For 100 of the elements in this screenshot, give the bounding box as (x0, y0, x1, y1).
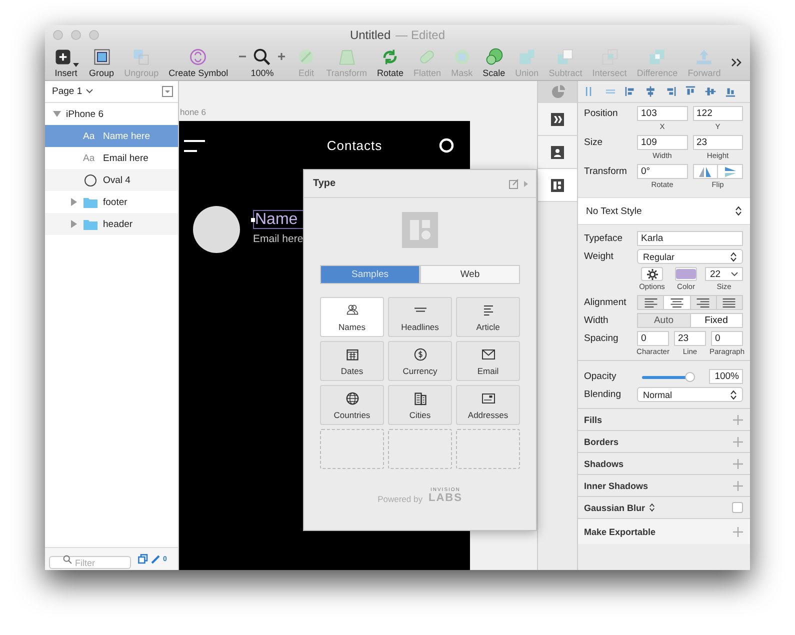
typeface-field[interactable]: Karla (637, 231, 743, 246)
sample-tile[interactable]: Names (320, 297, 384, 337)
section-header[interactable]: Gaussian Blur (584, 502, 646, 512)
scale-icon (484, 46, 504, 66)
number-field[interactable]: 109 (637, 135, 688, 150)
toolbar-button[interactable]: Rotate (376, 46, 404, 78)
circle-icon (439, 138, 454, 153)
stepper-icon (730, 390, 737, 400)
sample-tile[interactable]: Headlines (388, 297, 452, 337)
sample-tile[interactable]: Cities (388, 385, 452, 425)
toolbar-button[interactable]: Group (89, 46, 114, 78)
stepper-icon[interactable] (649, 503, 656, 512)
sidebar-tab[interactable] (538, 136, 577, 169)
field-label: Weight (584, 250, 614, 262)
number-field[interactable]: 23 (692, 135, 743, 150)
page-selector[interactable]: Page 1 (52, 86, 94, 97)
more-chevron-icon[interactable] (730, 58, 742, 66)
intersect-icon (600, 46, 620, 66)
caret-icon (73, 62, 79, 66)
weight-dropdown[interactable]: Regular (637, 249, 743, 264)
chevron-down-icon (731, 272, 738, 276)
disclosure-triangle-icon[interactable] (53, 110, 61, 118)
width-mode-button[interactable]: Auto (637, 313, 690, 328)
layer-row[interactable]: iPhone 6 (45, 103, 178, 125)
layer-row[interactable]: Oval 4 (45, 169, 178, 191)
add-icon[interactable] (733, 458, 743, 468)
disclosure-triangle-icon[interactable] (70, 198, 78, 206)
align-text-left-icon (642, 296, 659, 310)
slider-thumb[interactable] (685, 372, 696, 382)
section-header[interactable]: Borders (584, 436, 619, 446)
field-label: Opacity (584, 370, 618, 382)
zoom-in-icon[interactable] (277, 52, 286, 61)
sidebar-tab[interactable] (538, 169, 577, 202)
empty-tile (388, 429, 452, 469)
number-field[interactable]: 0 (711, 331, 743, 346)
layout-icon (551, 178, 564, 192)
collapse-pages-icon[interactable] (162, 86, 173, 97)
flip-horizontal-icon (699, 166, 712, 176)
layer-row[interactable]: header (45, 213, 178, 235)
sample-tile[interactable]: Dates (320, 341, 384, 381)
copy-icon[interactable] (138, 554, 148, 564)
text-align-button[interactable] (664, 295, 690, 310)
rotate-field[interactable]: 0° (637, 164, 688, 179)
add-icon[interactable] (733, 414, 743, 424)
number-field[interactable]: 0 (637, 331, 669, 346)
sidebar-tab[interactable] (538, 103, 577, 136)
layer-row[interactable]: Aa Email here (45, 147, 178, 169)
sample-tile[interactable]: Currency (388, 341, 452, 381)
flip-vertical-button[interactable] (718, 164, 743, 179)
align-middle-icon[interactable] (704, 85, 717, 98)
sample-tile[interactable]: Email (456, 341, 520, 381)
field-label: Transform (584, 165, 628, 177)
section-header[interactable]: Make Exportable (584, 526, 656, 536)
disclosure-triangle-icon[interactable] (70, 220, 78, 228)
sample-tile[interactable]: Addresses (456, 385, 520, 425)
color-swatch[interactable] (675, 267, 697, 281)
text-align-button[interactable] (637, 295, 664, 310)
people-icon (344, 302, 360, 318)
number-field[interactable]: 122 (692, 106, 743, 121)
sample-tile[interactable]: Countries (320, 385, 384, 425)
section-header[interactable]: Fills (584, 414, 602, 424)
toolbar-button[interactable]: Scale (482, 46, 506, 78)
search-icon[interactable] (252, 46, 272, 66)
layer-row[interactable]: footer (45, 191, 178, 213)
add-icon[interactable] (733, 436, 743, 446)
empty-tile (320, 429, 384, 469)
checkbox[interactable] (732, 502, 743, 513)
toolbar-button[interactable]: Insert (53, 46, 79, 78)
number-field[interactable]: 103 (637, 106, 688, 121)
blending-dropdown[interactable]: Normal (637, 387, 743, 402)
folder-icon (83, 218, 98, 230)
opacity-field[interactable]: 100% (709, 369, 743, 384)
options-button[interactable] (641, 267, 663, 281)
section-header[interactable]: Inner Shadows (584, 480, 648, 490)
section-header[interactable]: Shadows (584, 458, 624, 468)
pencil-icon[interactable] (151, 554, 160, 564)
flip-horizontal-button[interactable] (692, 164, 718, 179)
text-style-dropdown[interactable]: No Text Style (578, 197, 750, 225)
split-square-icon (551, 112, 564, 126)
align-text-right-icon (695, 296, 712, 310)
group-icon (92, 46, 112, 66)
number-field[interactable]: 23 (674, 331, 706, 346)
add-icon[interactable] (733, 480, 743, 490)
align-left-icon[interactable] (624, 85, 637, 98)
sample-tile[interactable]: Article (456, 297, 520, 337)
text-align-button[interactable] (716, 295, 743, 310)
chevron-right-icon[interactable] (524, 180, 528, 186)
align-text-center-icon (668, 296, 685, 310)
width-mode-button[interactable]: Fixed (690, 313, 743, 328)
toolbar-button[interactable]: Create Symbol (168, 46, 228, 78)
align-center-icon[interactable] (644, 85, 657, 98)
edit-icon[interactable] (509, 178, 519, 188)
add-icon[interactable] (733, 526, 743, 536)
align-top-icon[interactable] (684, 85, 697, 98)
font-size-field[interactable]: 22 (705, 267, 743, 281)
text-align-button[interactable] (690, 295, 717, 310)
filter-field[interactable]: Filter (49, 556, 131, 569)
pie-icon (550, 84, 564, 98)
popover-tab[interactable]: Web (420, 265, 520, 284)
powered-by-text: Powered by (378, 494, 422, 504)
